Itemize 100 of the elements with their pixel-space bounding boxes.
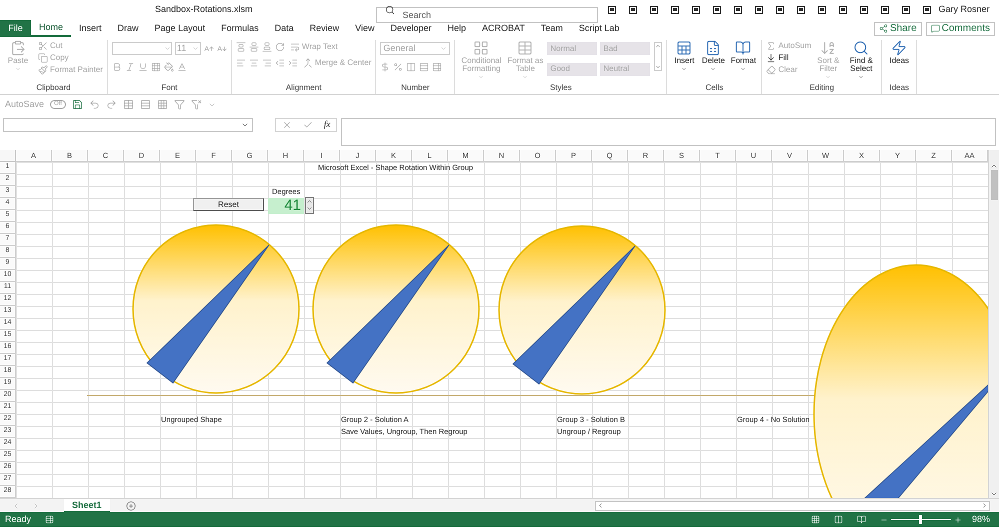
align-top-icon[interactable] xyxy=(236,42,246,52)
redo-icon[interactable] xyxy=(106,99,117,110)
toolbar-icon[interactable] xyxy=(734,6,742,14)
fill-icon[interactable] xyxy=(766,53,776,63)
group-label: Cells xyxy=(705,83,724,94)
search-field[interactable]: Search xyxy=(376,7,598,23)
ribbon-tab[interactable]: Review xyxy=(302,20,348,37)
undo-icon[interactable] xyxy=(88,99,100,110)
ribbon-tab[interactable]: Page Layout xyxy=(146,20,214,37)
enter-icon[interactable] xyxy=(302,120,313,130)
normal-view-icon[interactable] xyxy=(810,515,820,524)
page-layout-icon[interactable] xyxy=(834,515,843,524)
ribbon-tab[interactable]: Insert xyxy=(71,20,110,37)
ribbon-tab[interactable]: Draw xyxy=(110,20,147,37)
comment-icon[interactable] xyxy=(930,24,940,33)
toolbar-icon[interactable] xyxy=(818,6,826,14)
delete-cells-button[interactable]: Delete xyxy=(699,40,728,72)
ideas-icon[interactable] xyxy=(891,40,908,56)
orientation-icon[interactable] xyxy=(274,42,285,52)
percent-icon[interactable] xyxy=(393,62,404,72)
add-sheet-icon[interactable] xyxy=(126,500,136,510)
reset-button[interactable]: Reset xyxy=(193,198,264,211)
toolbar-icon[interactable] xyxy=(902,6,910,14)
next-sheet-icon[interactable] xyxy=(32,502,40,510)
font-color-icon[interactable] xyxy=(176,62,187,72)
file-name[interactable]: Sandbox-Rotations.xlsm xyxy=(155,3,253,17)
toolbar-icon[interactable] xyxy=(692,6,700,14)
align-left-icon[interactable] xyxy=(236,58,246,68)
caret-icon[interactable] xyxy=(241,121,249,129)
decrease-indent-icon[interactable] xyxy=(274,58,285,68)
clear-filter-icon[interactable] xyxy=(190,99,202,110)
align-bottom-icon[interactable] xyxy=(262,42,272,52)
ribbon-tab[interactable]: Formulas xyxy=(213,20,267,37)
align-center-icon[interactable] xyxy=(248,58,259,68)
select-all-corner[interactable] xyxy=(0,150,16,162)
format-cells-button[interactable]: Format xyxy=(729,40,758,72)
vertical-scrollbar[interactable] xyxy=(988,150,999,498)
toolbar-icon[interactable] xyxy=(922,6,931,14)
zoom-in-icon[interactable] xyxy=(954,516,962,524)
fill-button[interactable]: Fill xyxy=(766,53,812,63)
toolbar-icon[interactable] xyxy=(754,6,763,14)
toolbar-icon[interactable] xyxy=(838,6,847,14)
toolbar-icon[interactable] xyxy=(880,6,889,14)
insert-function-button[interactable]: fx xyxy=(324,118,330,132)
zoom-level[interactable]: 98% xyxy=(972,512,990,526)
ribbon-tab[interactable]: Script Lab xyxy=(570,20,628,37)
user-name[interactable]: Gary Rosner xyxy=(938,3,990,17)
share-icon[interactable] xyxy=(878,24,888,33)
find-select-icon[interactable] xyxy=(853,40,870,56)
insert-cells-icon[interactable] xyxy=(676,40,692,56)
toolbar-icon[interactable] xyxy=(670,6,679,14)
toolbar-icon[interactable] xyxy=(628,6,637,14)
save-icon[interactable] xyxy=(72,99,83,110)
toolbar-icon[interactable] xyxy=(650,6,658,14)
ribbon-tab[interactable]: View xyxy=(347,20,382,37)
ribbon-tab[interactable]: Data xyxy=(266,20,302,37)
toolbar-icon[interactable] xyxy=(796,6,805,14)
fill-color-icon[interactable] xyxy=(164,62,174,72)
align-right-icon[interactable] xyxy=(262,58,272,68)
group-label: Font xyxy=(161,83,178,94)
italic-icon[interactable] xyxy=(124,62,135,72)
previous-sheet-icon[interactable] xyxy=(12,502,20,510)
formula-input[interactable] xyxy=(341,118,996,146)
toolbar-icon[interactable] xyxy=(712,6,721,14)
toolbar-icon[interactable] xyxy=(608,6,616,14)
scroll-thumb[interactable] xyxy=(990,170,998,200)
borders-icon[interactable] xyxy=(150,62,161,72)
horizontal-scrollbar[interactable] xyxy=(595,500,990,510)
share-button[interactable]: Share xyxy=(874,22,922,36)
search-icon[interactable] xyxy=(384,5,395,15)
ideas-button[interactable]: Ideas xyxy=(886,40,912,65)
filter-icon[interactable] xyxy=(174,99,185,110)
currency-icon[interactable] xyxy=(380,62,390,72)
comments-button[interactable]: Comments xyxy=(926,22,995,36)
down-icon[interactable] xyxy=(990,490,998,498)
left-icon[interactable] xyxy=(597,502,604,509)
increase-font-icon[interactable] xyxy=(204,44,214,54)
increase-indent-icon[interactable] xyxy=(288,58,298,68)
right-icon[interactable] xyxy=(981,502,988,509)
sheet-tab[interactable]: Sheet1 xyxy=(64,498,110,512)
grid-icon[interactable] xyxy=(156,99,168,110)
toolbar-icon[interactable] xyxy=(860,6,868,14)
insert-cells-button[interactable]: Insert xyxy=(671,40,698,72)
ribbon-tab[interactable]: Developer xyxy=(382,20,440,37)
font-name-field[interactable] xyxy=(112,42,172,55)
find-select-button[interactable]: Find & Select xyxy=(845,40,878,80)
cancel-icon[interactable] xyxy=(282,120,292,130)
underline-icon[interactable] xyxy=(138,62,148,72)
file-tab[interactable]: File xyxy=(0,20,31,37)
decrease-font-icon[interactable] xyxy=(216,44,227,54)
ribbon-tab[interactable]: Help xyxy=(440,20,474,37)
group-label: Ideas xyxy=(889,83,910,94)
ribbon-tab[interactable]: Team xyxy=(532,20,571,37)
align-middle-icon[interactable] xyxy=(248,42,259,52)
group-label: Styles xyxy=(550,83,572,94)
bold-icon[interactable] xyxy=(112,62,122,72)
zoom-thumb[interactable] xyxy=(918,515,922,524)
up-icon[interactable] xyxy=(990,162,998,170)
toolbar-icon[interactable] xyxy=(776,6,784,14)
ribbon-tab[interactable]: ACROBAT xyxy=(474,20,533,37)
